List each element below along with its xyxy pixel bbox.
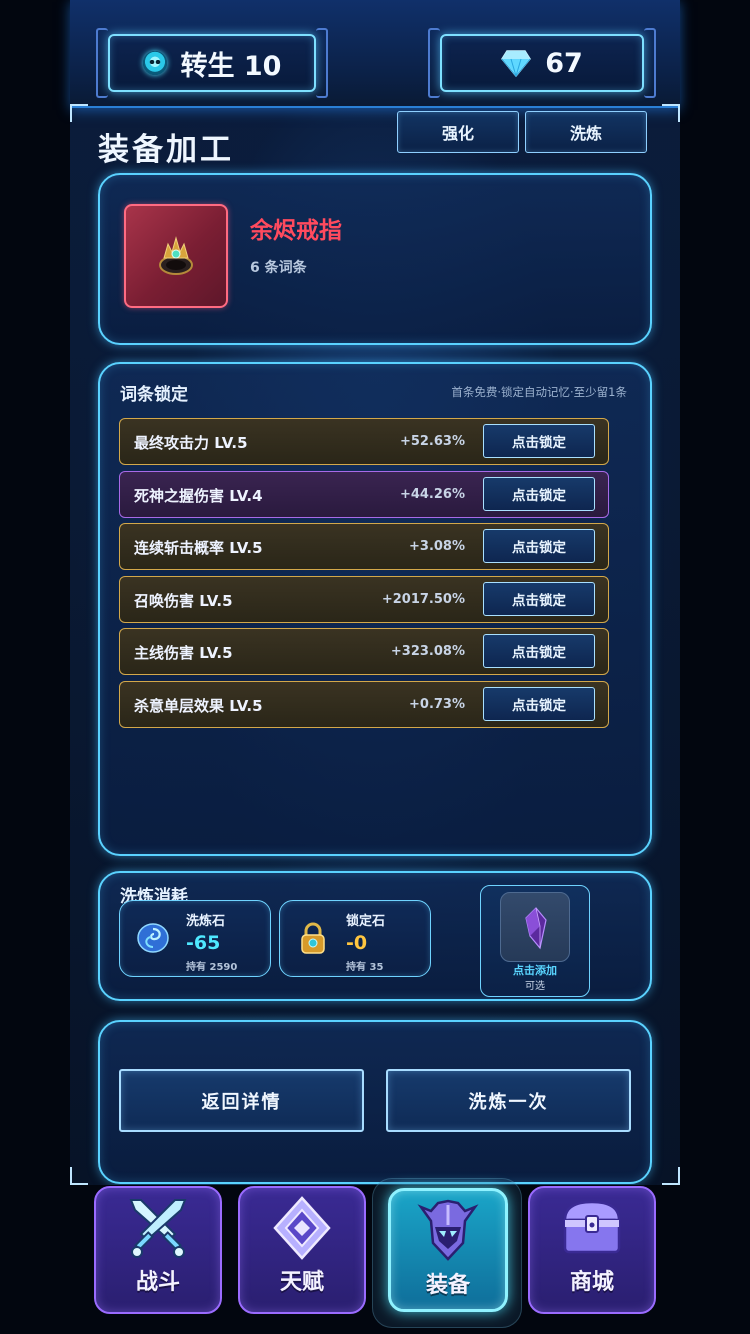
- lock-stone-icon: [301, 922, 325, 954]
- affix-row: 最终攻击力 LV.5 +52.63% 点击锁定: [119, 418, 609, 465]
- skull-icon: [142, 51, 167, 75]
- treasure-chest-icon: [563, 1200, 621, 1254]
- affix-lock-title: 词条锁定: [120, 385, 188, 405]
- optional-slot-label: 点击添加: [513, 964, 557, 977]
- frame-corner: [662, 104, 680, 122]
- affix-row: 主线伤害 LV.5 +323.08% 点击锁定: [119, 628, 609, 675]
- nav-label: 天赋: [279, 1270, 324, 1295]
- affix-name: 杀意单层效果 LV.5: [134, 697, 263, 715]
- page-title: 装备加工: [98, 132, 234, 168]
- gem-count: 67: [545, 47, 583, 79]
- diamond-icon: [501, 50, 532, 77]
- tab-enhance[interactable]: 强化: [397, 111, 519, 153]
- affix-value: +0.73%: [409, 697, 465, 712]
- affix-value: +44.26%: [399, 487, 465, 502]
- lock-affix-button[interactable]: 点击锁定: [483, 477, 595, 511]
- affix-row: 召唤伤害 LV.5 +2017.50% 点击锁定: [119, 576, 609, 623]
- optional-slot-sublabel: 可选: [525, 981, 545, 992]
- affix-value: +2017.50%: [381, 592, 465, 607]
- affix-name: 主线伤害 LV.5: [134, 644, 233, 662]
- lock-stone-card: 锁定石 -0 持有 35: [279, 900, 431, 977]
- affix-value: +323.08%: [390, 644, 465, 659]
- item-name: 余烬戒指: [250, 218, 342, 244]
- nav-shop[interactable]: 商城: [528, 1186, 656, 1314]
- optional-material-frame: [500, 892, 570, 962]
- optional-material-slot[interactable]: 点击添加 可选: [480, 885, 590, 997]
- nav-label: 商城: [569, 1270, 614, 1295]
- nav-talent[interactable]: 天赋: [238, 1186, 366, 1314]
- affix-name: 连续斩击概率 LV.5: [134, 539, 263, 557]
- crossed-swords-icon: [129, 1199, 187, 1258]
- stone-held: 持有 35: [346, 962, 384, 973]
- frame-corner: [662, 1167, 680, 1185]
- lock-affix-button[interactable]: 点击锁定: [483, 634, 595, 668]
- back-to-details-button[interactable]: 返回详情: [119, 1069, 364, 1132]
- affix-row: 连续斩击概率 LV.5 +3.08% 点击锁定: [119, 523, 609, 570]
- lock-affix-button[interactable]: 点击锁定: [483, 529, 595, 563]
- crystal-icon: [525, 907, 547, 950]
- lock-affix-button[interactable]: 点击锁定: [483, 424, 595, 458]
- tab-refine[interactable]: 洗炼: [525, 111, 647, 153]
- affix-value: +3.08%: [409, 539, 465, 554]
- stone-held: 持有 2590: [186, 962, 238, 973]
- stone-cost: -65: [186, 932, 221, 954]
- nav-label: 装备: [425, 1273, 470, 1298]
- stone-name: 洗炼石: [186, 914, 226, 929]
- gem-counter[interactable]: 67: [428, 28, 656, 98]
- item-affix-count: 6 条词条: [250, 260, 307, 276]
- frame-corner: [70, 104, 88, 122]
- stone-cost: -0: [346, 932, 368, 954]
- refine-stone-icon: [137, 923, 169, 953]
- talent-diamond-icon: [273, 1196, 331, 1260]
- nav-label: 战斗: [135, 1270, 180, 1295]
- affix-name: 召唤伤害 LV.5: [134, 592, 233, 610]
- refine-stone-card: 洗炼石 -65 持有 2590: [119, 900, 271, 977]
- affix-name: 最终攻击力 LV.5: [134, 434, 248, 452]
- ring-icon: [159, 236, 193, 275]
- affix-lock-hint: 首条免费·锁定自动记忆·至少留1条: [451, 385, 627, 399]
- nav-battle[interactable]: 战斗: [94, 1186, 222, 1314]
- rebirth-label: 转生 10: [180, 50, 282, 82]
- affix-name: 死神之握伤害 LV.4: [134, 487, 263, 505]
- affix-row: 死神之握伤害 LV.4 +44.26% 点击锁定: [119, 471, 609, 518]
- affix-row: 杀意单层效果 LV.5 +0.73% 点击锁定: [119, 681, 609, 728]
- lock-affix-button[interactable]: 点击锁定: [483, 582, 595, 616]
- lock-affix-button[interactable]: 点击锁定: [483, 687, 595, 721]
- stone-name: 锁定石: [346, 914, 386, 929]
- helmet-icon: [417, 1199, 479, 1261]
- nav-equipment[interactable]: 装备: [388, 1188, 508, 1312]
- affix-value: +52.63%: [399, 434, 465, 449]
- refine-once-button[interactable]: 洗炼一次: [386, 1069, 631, 1132]
- rebirth-counter: 转生 10: [96, 28, 328, 98]
- frame-corner: [70, 1167, 88, 1185]
